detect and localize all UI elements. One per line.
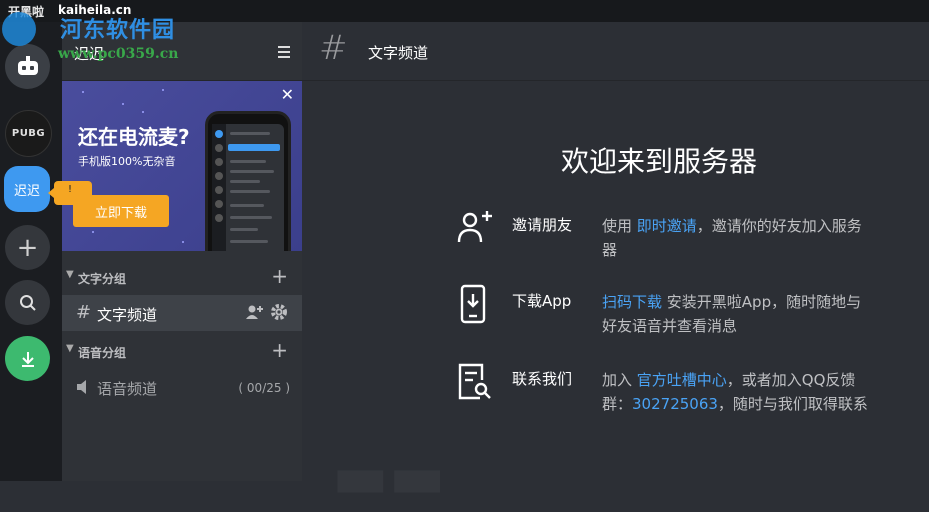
channel-text[interactable]: # 文字频道 <box>62 295 302 331</box>
banner-title: 还在电流麦? <box>78 125 190 149</box>
invite-friend-icon <box>454 208 494 252</box>
channel-sidebar-header: 迟迟 <box>62 22 302 81</box>
background-logo-icon: ▬▬ <box>332 442 446 512</box>
chevron-down-icon: ▼ <box>66 269 74 280</box>
contact-pre: 加入 <box>602 371 637 389</box>
voice-user-count: ( 00/25 ) <box>238 381 290 395</box>
channel-voice[interactable]: 语音频道 ( 00/25 ) <box>62 369 302 405</box>
server-tooltip: ! <box>48 181 92 205</box>
download-icon <box>21 351 34 367</box>
tooltip-text: ! <box>68 184 73 195</box>
add-server-button[interactable]: + <box>5 225 50 270</box>
invite-title: 邀请朋友 <box>512 216 573 234</box>
add-user-icon[interactable] <box>246 304 264 324</box>
invite-desc: 使用 即时邀请，邀请你的好友加入服务器 <box>602 214 872 262</box>
text-category[interactable]: ▼ 文字分组 + <box>62 264 302 290</box>
channel-title: 文字频道 <box>368 44 429 62</box>
channel-voice-label: 语音频道 <box>97 380 158 398</box>
contact-post: ，随时与我们取得联系 <box>717 395 868 413</box>
channel-text-label: 文字频道 <box>97 306 158 324</box>
download-title: 下载App <box>512 292 572 310</box>
main-header: # 文字频道 <box>302 22 929 81</box>
menu-icon[interactable] <box>278 46 290 61</box>
hash-icon: # <box>319 28 348 68</box>
qq-group-link[interactable]: 302725063 <box>632 395 718 413</box>
contact-title: 联系我们 <box>512 370 573 388</box>
gear-icon[interactable] <box>270 303 288 325</box>
document-search-icon <box>454 362 494 406</box>
add-channel-icon[interactable]: + <box>271 264 288 288</box>
server-pubg-label: PUBG <box>11 128 46 139</box>
instant-invite-link[interactable]: 即时邀请 <box>637 217 697 235</box>
app-name: 开黑啦 <box>8 5 45 19</box>
feedback-center-link[interactable]: 官方吐槽中心 <box>637 371 727 389</box>
voice-category[interactable]: ▼ 语音分组 + <box>62 338 302 364</box>
main-content: # 文字频道 欢迎来到服务器 邀请朋友 使用 即时邀请，邀请你的好友加入服务器 … <box>302 22 929 512</box>
speaker-icon <box>76 379 92 398</box>
plus-icon: + <box>16 232 39 263</box>
download-desc: 扫码下载 安装开黑啦App，随时随地与好友语音并查看消息 <box>602 290 872 338</box>
text-category-label: 文字分组 <box>78 272 127 286</box>
banner-subtitle: 手机版100%无杂音 <box>78 155 176 168</box>
download-app-button[interactable] <box>5 336 50 381</box>
search-server-button[interactable] <box>5 280 50 325</box>
close-icon[interactable]: ✕ <box>281 85 294 104</box>
scan-download-link[interactable]: 扫码下载 <box>602 293 662 311</box>
welcome-title: 欢迎来到服务器 <box>561 145 758 178</box>
invite-pre: 使用 <box>602 217 637 235</box>
server-home[interactable] <box>5 44 50 89</box>
server-title: 迟迟 <box>74 45 105 63</box>
server-pubg[interactable]: PUBG <box>5 110 52 157</box>
search-icon <box>19 294 36 311</box>
channel-sidebar: 迟迟 ✕ 还在电流麦? 手机版100%无杂音 立即下载 ▼ 文字分组 + # 文… <box>62 22 302 481</box>
server-list: PUBG 迟迟 + <box>0 22 62 481</box>
title-bar: 开黑啦 kaiheila.cn <box>0 0 929 22</box>
contact-desc: 加入 官方吐槽中心，或者加入QQ反馈群：302725063，随时与我们取得联系 <box>602 368 872 416</box>
promo-banner[interactable]: ✕ 还在电流麦? 手机版100%无杂音 立即下载 <box>62 81 302 251</box>
robot-icon <box>17 55 38 75</box>
voice-category-label: 语音分组 <box>78 346 127 360</box>
phone-mockup-icon <box>205 111 291 251</box>
server-chichi[interactable]: 迟迟 <box>4 166 50 212</box>
chevron-down-icon: ▼ <box>66 343 74 354</box>
add-channel-icon[interactable]: + <box>271 338 288 362</box>
hash-icon: # <box>76 302 92 323</box>
server-chichi-label: 迟迟 <box>13 183 40 199</box>
phone-download-icon <box>454 284 494 328</box>
app-domain: kaiheila.cn <box>58 3 132 17</box>
